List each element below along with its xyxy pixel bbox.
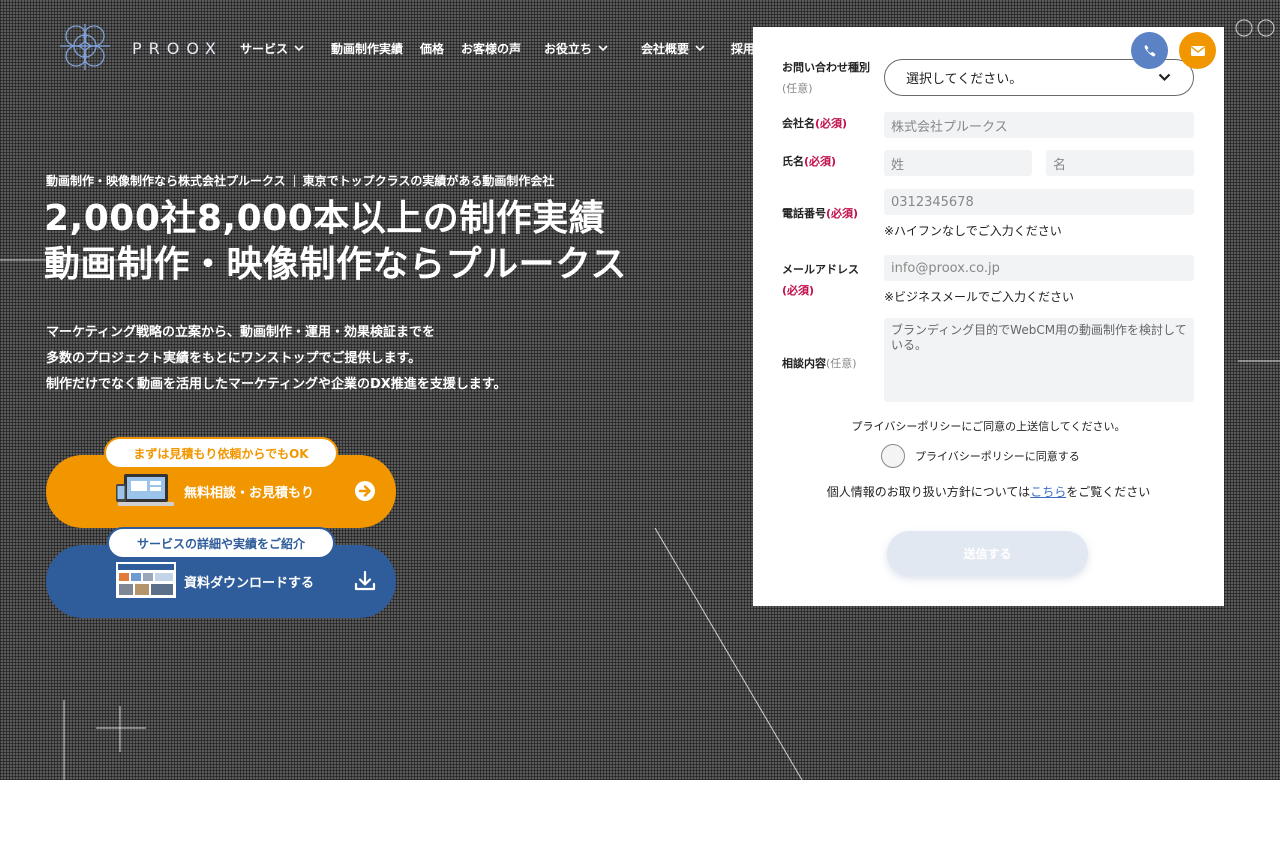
- submit-button[interactable]: 送信する: [887, 531, 1088, 576]
- inquiry-type-value: 選択してください。: [906, 72, 1023, 87]
- nav-item-label: 価格: [420, 41, 445, 56]
- first-name-input[interactable]: 名: [1046, 150, 1194, 176]
- hero-section: PROOX サービス 動画制作実績 価格 お客様の声 お役立ち 会社概要 採用 …: [0, 0, 1280, 780]
- kicker-divider: [293, 174, 295, 187]
- email-input[interactable]: info@proox.co.jp: [884, 255, 1194, 281]
- lead-line-2: 多数のプロジェクト実績をもとにワンストップでご提供します。: [46, 351, 422, 366]
- estimate-label: 無料相談・お見積もり: [184, 486, 315, 501]
- email-label: メールアドレス (必須): [782, 259, 859, 301]
- logo-text: PROOX: [132, 38, 223, 58]
- nav-item-useful[interactable]: お役立ち: [544, 40, 641, 57]
- lead-line-3: 制作だけでなく動画を活用したマーケティングや企業のDX推進を支援します。: [46, 377, 507, 392]
- phone-input[interactable]: 0312345678: [884, 189, 1194, 215]
- policy-text-before: 個人情報のお取り扱い方針については: [826, 485, 1031, 499]
- phone-label-text: 電話番号: [782, 207, 826, 220]
- company-input[interactable]: 株式会社プルークス: [884, 112, 1194, 138]
- mail-button[interactable]: [1179, 32, 1216, 69]
- laptop-thumbnail-icon: [116, 474, 174, 506]
- logo[interactable]: PROOX: [50, 20, 223, 76]
- nav-item-recruit[interactable]: 採用: [731, 40, 753, 57]
- inquiry-type-label-text: お問い合わせ種別: [782, 61, 870, 74]
- chevron-down-icon: [695, 44, 705, 51]
- contact-form: お問い合わせ種別 (任意) 選択してください。 会社名(必須) 株式会社プルーク…: [753, 27, 1224, 606]
- chevron-down-icon: [1158, 73, 1171, 82]
- hero-kicker: 動画制作・映像制作なら株式会社プルークス 東京でトップクラスの実績がある動画制作…: [46, 172, 554, 189]
- phone-button[interactable]: [1131, 32, 1168, 69]
- document-thumbnail-icon: [116, 562, 176, 598]
- phone-label: 電話番号(必須): [782, 203, 858, 224]
- nav-item-company[interactable]: 会社概要: [641, 40, 731, 57]
- inquiry-type-label: お問い合わせ種別 (任意): [782, 57, 870, 99]
- kicker-right: 東京でトップクラスの実績がある動画制作会社: [302, 174, 555, 188]
- download-label: 資料ダウンロードする: [184, 576, 315, 591]
- required-tag: (必須): [826, 207, 859, 220]
- download-tag: サービスの詳細や実績をご紹介: [107, 527, 335, 559]
- headline-line-2: 動画制作・映像制作ならプルークス: [44, 244, 627, 285]
- name-label: 氏名(必須): [782, 151, 836, 172]
- privacy-checkbox[interactable]: プライバシーポリシーに同意する: [881, 444, 1080, 468]
- required-tag: (必須): [815, 117, 848, 130]
- policy-text-after: をご覧ください: [1066, 485, 1151, 499]
- nav-item-label: サービス: [240, 41, 289, 56]
- main-nav: サービス 動画制作実績 価格 お客様の声 お役立ち 会社概要 採用: [240, 40, 753, 56]
- message-label-text: 相談内容: [782, 357, 826, 370]
- privacy-checkbox-label: プライバシーポリシーに同意する: [915, 450, 1080, 463]
- nav-item-label: 採用: [731, 41, 753, 56]
- chevron-down-icon: [294, 44, 304, 51]
- required-tag: (必須): [782, 284, 815, 297]
- phone-icon: [1144, 44, 1155, 57]
- nav-item-label: 動画制作実績: [331, 41, 404, 56]
- headline-line-1: 2,000社8,000本以上の制作実績: [44, 198, 606, 239]
- download-icon: [354, 570, 376, 591]
- envelope-icon: [1190, 45, 1205, 56]
- required-tag: (必須): [804, 155, 837, 168]
- optional-tag: (任意): [826, 357, 857, 370]
- email-label-text: メールアドレス: [782, 263, 859, 276]
- nav-item-label: お役立ち: [544, 41, 593, 56]
- nav-item-label: お客様の声: [461, 41, 522, 56]
- download-button[interactable]: サービスの詳細や実績をご紹介 資料ダウンロードする: [46, 527, 396, 618]
- nav-item-price[interactable]: 価格: [420, 40, 461, 57]
- proox-logo-mark-icon: [60, 24, 110, 70]
- kicker-left: 動画制作・映像制作なら株式会社プルークス: [46, 174, 286, 188]
- checkbox-circle[interactable]: [881, 444, 905, 468]
- hero-headline: 2,000社8,000本以上の制作実績 動画制作・映像制作ならプルークス: [44, 196, 627, 288]
- company-label-text: 会社名: [782, 117, 815, 130]
- phone-note: ※ハイフンなしでご入力ください: [884, 224, 1062, 238]
- estimate-button[interactable]: まずは見積もり依頼からでもOK 無料相談・お見積もり: [46, 437, 396, 528]
- email-note: ※ビジネスメールでご入力ください: [884, 290, 1075, 304]
- nav-item-voice[interactable]: お客様の声: [461, 40, 544, 57]
- chevron-down-icon: [598, 44, 608, 51]
- privacy-note: プライバシーポリシーにご同意の上送信してください。: [851, 420, 1126, 433]
- nav-item-service[interactable]: サービス: [240, 40, 331, 57]
- nav-item-works[interactable]: 動画制作実績: [331, 40, 420, 57]
- policy-line: 個人情報のお取り扱い方針についてはこちらをご覧ください: [753, 483, 1224, 500]
- hero-lead: マーケティング戦略の立案から、動画制作・運用・効果検証までを 多数のプロジェクト…: [46, 320, 506, 398]
- estimate-tag: まずは見積もり依頼からでもOK: [104, 437, 338, 469]
- last-name-input[interactable]: 姓: [884, 150, 1032, 176]
- company-label: 会社名(必須): [782, 113, 847, 134]
- optional-tag: (任意): [782, 82, 813, 95]
- name-label-text: 氏名: [782, 155, 804, 168]
- message-label: 相談内容(任意): [782, 353, 857, 374]
- policy-link[interactable]: こちら: [1030, 485, 1066, 499]
- arrow-right-circle-icon: [355, 481, 375, 501]
- message-textarea[interactable]: ブランディング目的でWebCM用の動画制作を検討している。: [884, 318, 1194, 402]
- lead-line-1: マーケティング戦略の立案から、動画制作・運用・効果検証までを: [46, 325, 435, 340]
- nav-item-label: 会社概要: [641, 41, 690, 56]
